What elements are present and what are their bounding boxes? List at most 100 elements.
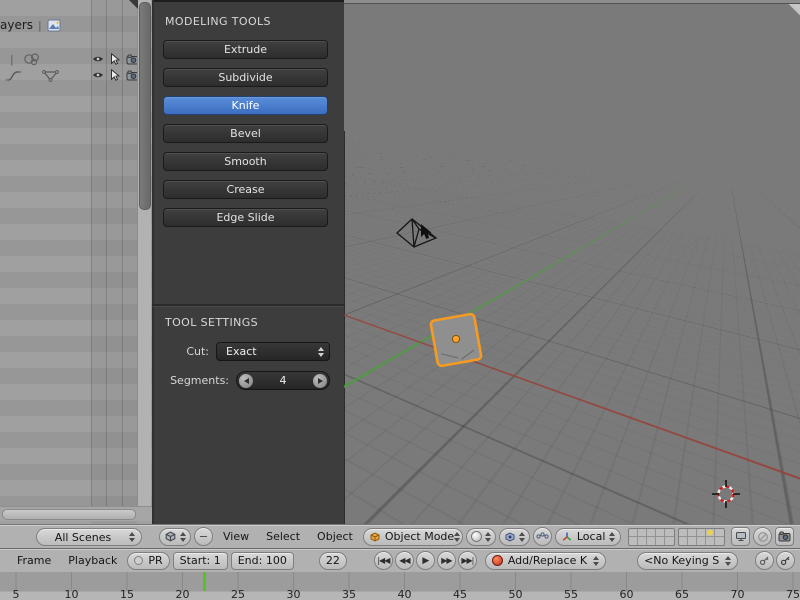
next-keyframe-button[interactable]: ▶▶ [436, 551, 456, 570]
auto-keying-dropdown[interactable]: Add/Replace K [484, 551, 607, 570]
collapse-menus-button[interactable]: − [194, 527, 213, 546]
menu-view[interactable]: View [216, 530, 256, 543]
timeline-ruler[interactable]: 5 10 15 20 25 30 35 40 45 50 55 60 65 70… [0, 572, 800, 600]
layer-cell[interactable] [715, 529, 725, 537]
key-icon [759, 555, 770, 566]
render-button[interactable] [775, 527, 795, 546]
viewport-3d[interactable] [344, 0, 800, 524]
layer-cell[interactable] [638, 536, 648, 545]
record-icon [491, 555, 503, 566]
segments-stepper[interactable]: 4 [236, 371, 330, 390]
menu-frame[interactable]: Frame [10, 554, 58, 567]
manipulator-toggle-button[interactable] [532, 527, 552, 546]
layer-cell[interactable] [715, 537, 724, 545]
vertical-scrollbar-thumb[interactable] [139, 2, 151, 210]
mode-dropdown[interactable]: Object Mode [362, 527, 463, 546]
outliner-panel[interactable]: ayers | | [0, 0, 152, 524]
frame-end-stepper[interactable]: End: 100 [230, 551, 294, 570]
layer-cell[interactable] [665, 537, 674, 545]
snap-icon [757, 531, 769, 543]
stepper-decrement-icon[interactable] [239, 373, 253, 388]
layer-cell[interactable] [656, 536, 666, 545]
layer-cell-active[interactable] [706, 528, 716, 537]
layer-cell[interactable] [679, 528, 689, 537]
horizontal-scrollbar[interactable] [0, 506, 152, 521]
menu-select[interactable]: Select [259, 530, 307, 543]
tool-button-bevel[interactable]: Bevel [163, 124, 328, 143]
scene-selector-dropdown[interactable]: All Scenes [36, 528, 142, 546]
layer-cell[interactable] [706, 536, 716, 545]
snap-button[interactable] [753, 527, 773, 546]
layer-grid-left[interactable] [628, 527, 676, 546]
panel-corner-widget[interactable] [129, 0, 138, 9]
ruler-label: 25 [231, 588, 245, 600]
checkbox-circle-icon [134, 556, 144, 565]
play-button[interactable]: ▶ [415, 551, 435, 570]
jump-to-end-button[interactable]: ▶▶| [457, 551, 477, 570]
layer-cell[interactable] [629, 528, 639, 537]
cursor-icon[interactable] [110, 69, 120, 81]
ruler-label: 15 [120, 588, 134, 600]
chevron-up-down-icon [725, 555, 732, 566]
outliner-item-row[interactable]: | [10, 52, 44, 67]
ruler-label: 50 [508, 588, 523, 600]
previous-keyframe-button[interactable]: ◀◀ [394, 551, 414, 570]
cursor-icon[interactable] [110, 53, 120, 65]
tool-button-smooth[interactable]: Smooth [163, 152, 328, 171]
layer-cell[interactable] [697, 528, 707, 537]
playhead-marker[interactable] [203, 572, 206, 591]
layer-grid-right[interactable] [678, 527, 726, 546]
pyramid-wireframe-object[interactable] [396, 218, 438, 248]
vertical-scrollbar[interactable] [137, 0, 151, 506]
eye-icon[interactable] [92, 54, 104, 64]
pr-toggle-label: PR [148, 554, 163, 567]
layer-cell[interactable] [688, 528, 698, 537]
layer-cell[interactable] [697, 536, 707, 545]
object-mode-cube-icon [369, 531, 381, 543]
current-frame-stepper[interactable]: 22 [318, 551, 347, 570]
tool-button-subdivide[interactable]: Subdivide [163, 68, 328, 87]
layer-cell[interactable] [647, 528, 657, 537]
segments-setting-row: Segments: 4 [152, 371, 330, 390]
stepper-increment-icon[interactable] [313, 373, 327, 388]
frame-start-stepper[interactable]: Start: 1 [172, 551, 228, 570]
horizontal-scrollbar-thumb[interactable] [2, 509, 136, 520]
object-origin-dot [451, 334, 461, 344]
pivot-dropdown[interactable] [498, 527, 530, 546]
menu-playback[interactable]: Playback [61, 554, 124, 567]
delete-keyframe-button[interactable] [776, 551, 796, 570]
pr-toggle[interactable]: PR [127, 551, 170, 570]
shading-dropdown[interactable] [465, 527, 496, 546]
ruler-label: 40 [397, 588, 412, 600]
tool-button-crease[interactable]: Crease [163, 180, 328, 199]
layer-cell[interactable] [638, 528, 648, 537]
segments-label: Segments: [170, 374, 229, 387]
layer-cell[interactable] [629, 536, 639, 545]
layer-cell[interactable] [665, 529, 675, 537]
menu-object[interactable]: Object [310, 530, 360, 543]
cut-type-dropdown[interactable]: Exact [216, 342, 330, 361]
insert-keyframe-button[interactable] [755, 551, 775, 570]
ruler-label: 70 [730, 588, 745, 600]
outliner-item-row[interactable] [5, 68, 61, 83]
layer-cell[interactable] [679, 536, 689, 545]
viewport-top-edge [344, 0, 800, 4]
axis-gizmo-icon [561, 531, 573, 543]
outliner-header-label: ayers [0, 18, 34, 32]
keying-set-dropdown[interactable]: <No Keying S [637, 551, 739, 570]
layer-cell[interactable] [656, 528, 666, 537]
layer-cell[interactable] [688, 536, 698, 545]
orientation-dropdown[interactable]: Local [554, 527, 622, 546]
tool-button-extrude[interactable]: Extrude [163, 40, 328, 59]
viewport-display-button[interactable] [731, 527, 751, 546]
screen-icon [735, 531, 747, 542]
restrict-toggles-row1 [92, 53, 139, 65]
jump-to-start-button[interactable]: |◀◀ [373, 551, 393, 570]
tool-button-edge-slide[interactable]: Edge Slide [163, 208, 328, 227]
eye-icon[interactable] [92, 70, 104, 80]
tool-button-knife[interactable]: Knife [163, 96, 328, 115]
ruler-label: 35 [342, 588, 356, 600]
selected-cube-object[interactable] [429, 312, 483, 368]
layer-cell[interactable] [647, 536, 657, 545]
editor-type-dropdown[interactable] [159, 527, 191, 546]
